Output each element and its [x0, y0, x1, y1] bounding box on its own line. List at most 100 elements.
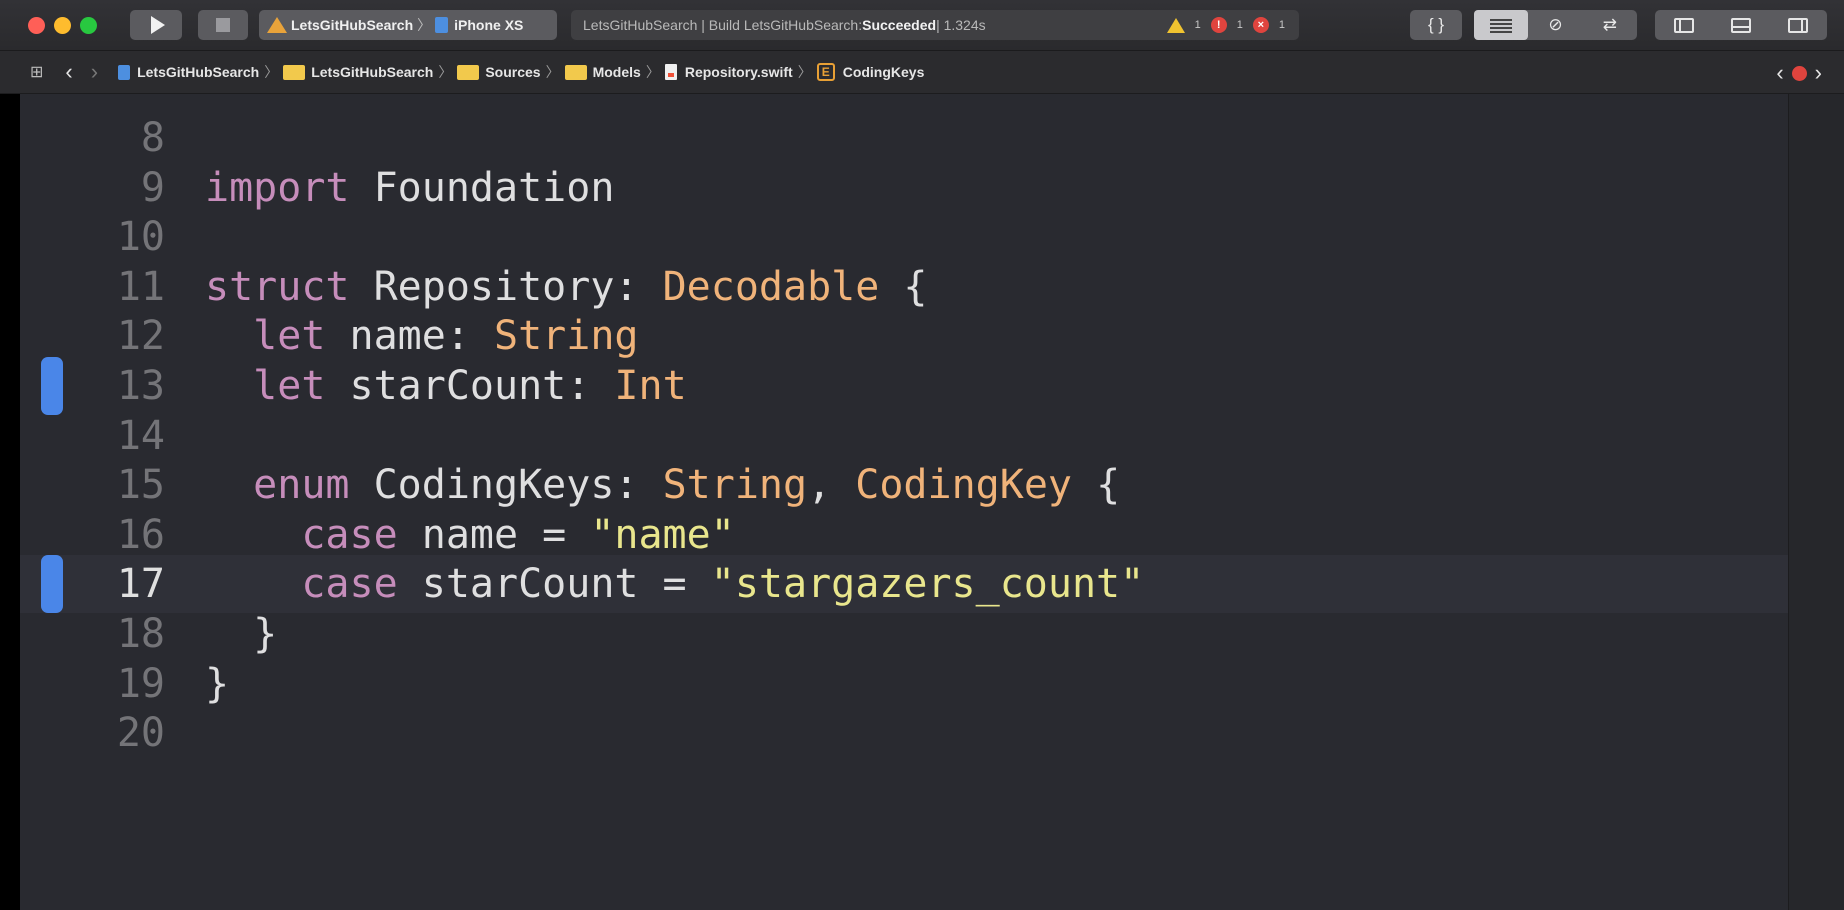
chevron-right-icon: 〉: [438, 64, 453, 80]
type-token: Int: [614, 363, 687, 409]
string-token: "name": [590, 511, 735, 558]
chevron-right-icon: 〉: [797, 64, 812, 80]
scheme-selector[interactable]: LetsGitHubSearch 〉 iPhone XS: [259, 10, 557, 40]
code-token: CodingKeys:: [349, 462, 663, 509]
breadcrumb-group[interactable]: LetsGitHubSearch 〉: [283, 62, 457, 82]
version-editor-button[interactable]: ⇄: [1583, 10, 1637, 40]
folder-icon: [457, 64, 480, 80]
warning-count: 1: [1194, 19, 1201, 31]
folder-icon: [283, 64, 306, 80]
chevron-right-icon: 〉: [545, 64, 560, 80]
zoom-window-button[interactable]: [80, 17, 97, 34]
back-button[interactable]: ‹: [65, 59, 72, 85]
text-lines-icon: [1490, 18, 1513, 33]
play-icon: [150, 16, 165, 34]
related-items-icon[interactable]: ⊞: [30, 62, 43, 82]
minimap-scroll-area[interactable]: [1788, 94, 1844, 910]
activity-prefix: LetsGitHubSearch | Build LetsGitHubSearc…: [583, 17, 863, 33]
swift-file-icon: [664, 64, 677, 80]
error-icon: [1791, 65, 1807, 81]
build-duration: | 1.324s: [936, 17, 986, 33]
breadcrumb-symbol[interactable]: E CodingKeys: [816, 63, 925, 81]
issue-counters[interactable]: 1 ! 1 × 1: [1166, 17, 1285, 33]
keyword-token: enum: [253, 462, 350, 509]
issue-icon: !: [1210, 17, 1227, 33]
breadcrumb-file[interactable]: Repository.swift 〉: [664, 62, 817, 82]
breadcrumb-sources[interactable]: Sources 〉: [457, 62, 564, 82]
minimize-window-button[interactable]: [54, 17, 71, 34]
assistant-editor-button[interactable]: ⊘: [1528, 10, 1582, 40]
iphone-icon: [435, 17, 449, 33]
next-issue-button[interactable]: ›: [1815, 60, 1822, 86]
right-panel-icon: [1788, 18, 1809, 34]
issue-count: 1: [1236, 19, 1243, 31]
project-icon: [118, 64, 131, 80]
code-line[interactable]: 20: [20, 704, 1788, 762]
breadcrumb-models[interactable]: Models 〉: [564, 62, 665, 82]
warning-icon: [1166, 17, 1185, 33]
breadcrumb-project[interactable]: LetsGitHubSearch 〉: [118, 62, 283, 82]
folder-icon: [564, 64, 587, 80]
string-token: "stargazers_count": [710, 561, 1145, 608]
bottom-panel-icon: [1730, 18, 1751, 34]
editor-mode-control[interactable]: ⊘ ⇄: [1474, 10, 1637, 40]
breadcrumb-label: LetsGitHubSearch: [311, 64, 434, 80]
keyword-token: let: [253, 313, 326, 360]
code-token: starCount =: [397, 561, 711, 608]
code-token: {: [1072, 462, 1121, 509]
breadcrumb-label: CodingKeys: [842, 64, 925, 80]
keyword-token: case: [301, 511, 398, 558]
breadcrumb-label: LetsGitHubSearch: [137, 64, 260, 80]
activity-viewer[interactable]: LetsGitHubSearch | Build LetsGitHubSearc…: [571, 10, 1299, 40]
toggle-inspector-button[interactable]: [1770, 10, 1827, 40]
code-token: ,: [807, 462, 856, 509]
scheme-device: iPhone XS: [454, 17, 524, 33]
breadcrumb-label: Sources: [485, 64, 541, 80]
build-status: Succeeded: [862, 17, 937, 33]
panel-toggle-control[interactable]: [1655, 10, 1827, 40]
type-token: CodingKey: [855, 462, 1072, 509]
xcode-app-icon: [267, 17, 287, 33]
stop-button[interactable]: [198, 10, 248, 40]
breadcrumb-label: Repository.swift: [684, 64, 793, 80]
run-button[interactable]: [130, 10, 182, 40]
breadcrumb: LetsGitHubSearch 〉 LetsGitHubSearch 〉 So…: [118, 62, 924, 82]
code-token: Foundation: [349, 164, 615, 211]
enum-icon: E: [816, 63, 835, 81]
code-token: name:: [325, 313, 494, 360]
library-button[interactable]: { }: [1410, 10, 1462, 40]
breadcrumb-label: Models: [592, 64, 641, 80]
close-window-button[interactable]: [28, 17, 45, 34]
standard-editor-button[interactable]: [1474, 10, 1529, 40]
stop-icon: [216, 18, 230, 32]
error-count: 1: [1278, 19, 1285, 31]
chevron-right-icon: 〉: [417, 17, 432, 33]
keyword-token: import: [205, 164, 350, 211]
keyword-token: struct: [205, 263, 350, 310]
keyword-token: let: [253, 363, 326, 409]
code-token: {: [879, 263, 928, 310]
code-token: }: [205, 611, 278, 657]
toggle-navigator-button[interactable]: [1655, 10, 1712, 40]
code-token: Repository:: [349, 263, 663, 310]
type-token: String: [662, 462, 808, 509]
jump-bar: ⊞ ‹ › LetsGitHubSearch 〉 LetsGitHubSearc…: [0, 51, 1844, 94]
type-token: Decodable: [662, 263, 880, 310]
scheme-target: LetsGitHubSearch: [291, 17, 414, 33]
line-number: 20: [116, 710, 165, 757]
code-token: }: [205, 660, 230, 707]
previous-issue-button[interactable]: ‹: [1776, 60, 1783, 86]
chevron-right-icon: 〉: [264, 64, 279, 80]
keyword-token: case: [301, 561, 398, 608]
toggle-debug-area-button[interactable]: [1712, 10, 1769, 40]
source-editor[interactable]: 8 9 import Foundation 10 11 struct Repository…: [20, 94, 1788, 910]
toolbar: LetsGitHubSearch 〉 iPhone XS LetsGitHubS…: [0, 0, 1844, 51]
type-token: String: [494, 313, 639, 360]
issue-navigator-stepper[interactable]: ‹ ›: [1776, 60, 1822, 86]
forward-button[interactable]: ›: [91, 59, 98, 85]
